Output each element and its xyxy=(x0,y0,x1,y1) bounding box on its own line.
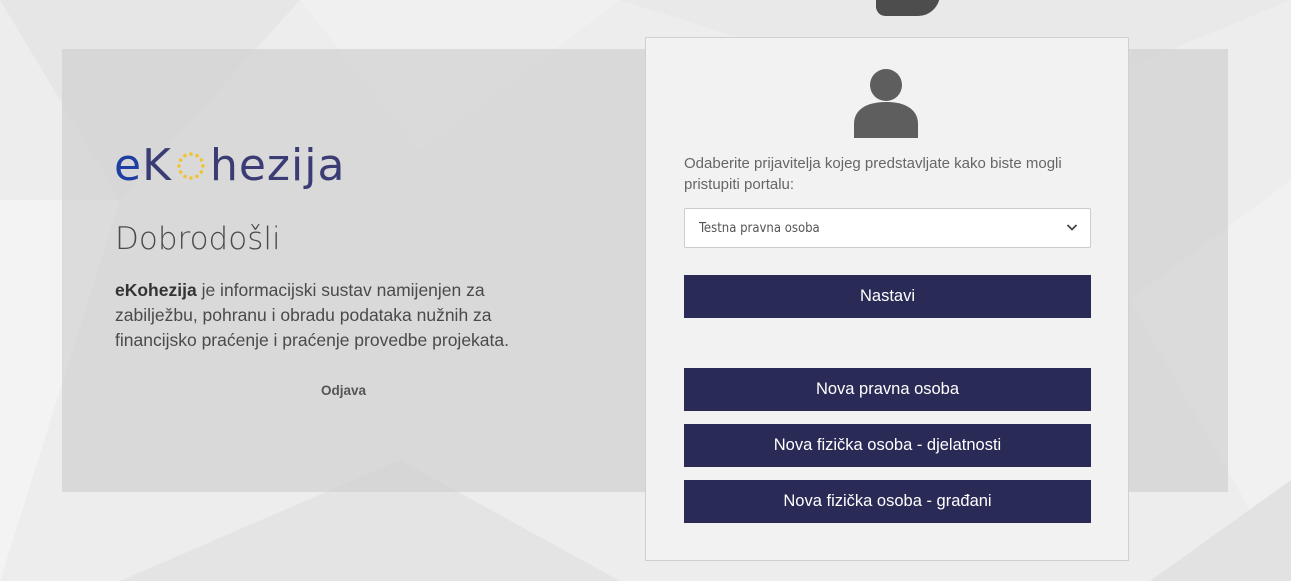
chevron-down-icon xyxy=(1066,224,1078,231)
selected-applicant: Testna pravna osoba xyxy=(699,220,820,236)
eu-stars-icon xyxy=(177,151,205,180)
continue-button[interactable]: Nastavi xyxy=(684,275,1091,318)
logo-text-suffix: hezija xyxy=(209,140,346,191)
user-silhouette-icon xyxy=(854,69,918,138)
app-name: eKohezija xyxy=(115,280,197,300)
applicant-prompt: Odaberite prijavitelja kojeg predstavlja… xyxy=(684,155,1062,193)
ekohezija-logo: eK hezija xyxy=(114,140,345,191)
applicant-select[interactable]: Testna pravna osoba xyxy=(684,208,1091,248)
logo-text-prefix: eK xyxy=(114,140,172,191)
new-natural-person-business-button[interactable]: Nova fizička osoba - djelatnosti xyxy=(684,424,1091,467)
logout-link[interactable]: Odjava xyxy=(321,383,366,398)
new-legal-person-button[interactable]: Nova pravna osoba xyxy=(684,368,1091,411)
new-natural-person-citizens-button[interactable]: Nova fizička osoba - građani xyxy=(684,480,1091,523)
welcome-heading: Dobrodošli xyxy=(115,221,281,257)
app-description: eKohezija je informacijski sustav namije… xyxy=(115,278,545,353)
